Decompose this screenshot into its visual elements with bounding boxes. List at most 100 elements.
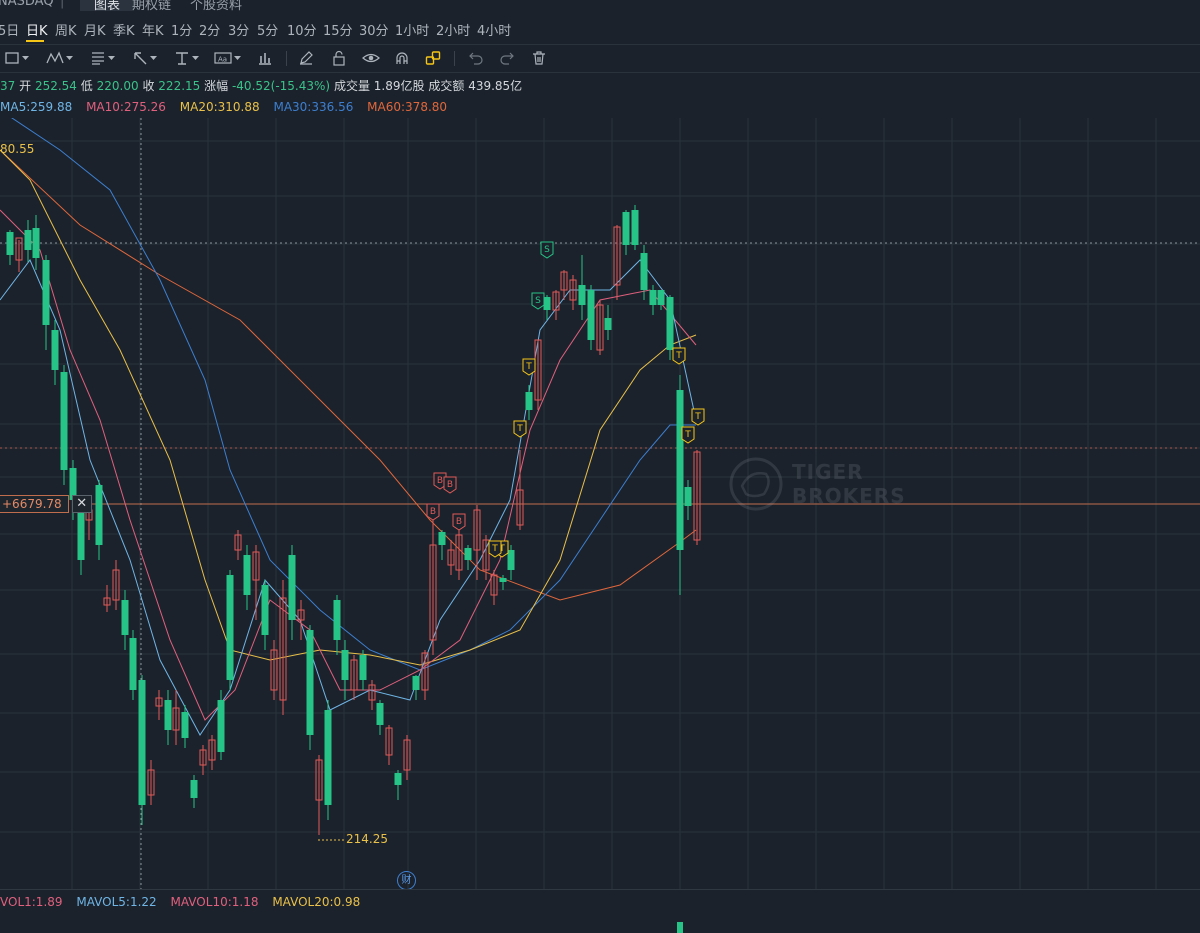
candle-up (147, 760, 155, 805)
pattern-tool-icon (46, 51, 64, 64)
eye-button[interactable] (362, 47, 380, 69)
indicator-button[interactable] (257, 47, 273, 69)
candle-up (429, 520, 437, 655)
candle-body (604, 318, 612, 330)
ma30-value: MA30:336.56 (273, 100, 354, 114)
arrow-tool-button[interactable] (132, 47, 157, 69)
candle-down (129, 630, 137, 700)
candle-down (261, 580, 269, 650)
ma20-line (0, 149, 697, 666)
candle-down (24, 220, 32, 262)
period-15min[interactable]: 15分 (323, 20, 353, 39)
period-1min[interactable]: 1分 (171, 20, 192, 39)
period-30min[interactable]: 30分 (359, 20, 389, 39)
tab-stock-profile[interactable]: 个股资料 (190, 0, 242, 11)
candle-body (657, 290, 665, 305)
candle-body (649, 290, 657, 305)
period-2hour[interactable]: 2小时 (436, 20, 470, 39)
fibonacci-tool-button[interactable] (90, 47, 115, 69)
volume-bar (677, 922, 683, 933)
candle-up (490, 570, 498, 605)
pattern-tool-button[interactable] (46, 47, 73, 69)
period-daily[interactable]: 日K (26, 20, 48, 39)
candle-body (32, 228, 40, 258)
text-tool-button[interactable] (174, 47, 199, 69)
volume-pane-divider (0, 889, 1200, 890)
delete-button[interactable] (531, 47, 547, 69)
candle-up (103, 585, 111, 612)
toolbar-divider-bottom (0, 72, 1200, 73)
period-quarterly[interactable]: 季K (113, 20, 135, 39)
period-weekly[interactable]: 周K (55, 20, 77, 39)
trade-mark-label: T (684, 430, 691, 440)
candle-body (138, 680, 146, 805)
arrow-tool-icon (134, 52, 147, 65)
pencil-button[interactable] (298, 47, 314, 69)
undo-button[interactable] (468, 47, 484, 69)
period-2min[interactable]: 2分 (199, 20, 220, 39)
candle-body (60, 372, 68, 470)
candle-down (217, 690, 225, 760)
candle-down (622, 210, 630, 255)
candle-down (649, 285, 657, 315)
period-yearly[interactable]: 年K (142, 20, 164, 39)
candle-down (438, 530, 446, 560)
tab-chart[interactable]: 图表 (80, 0, 135, 11)
candle-body (261, 585, 269, 635)
period-3min[interactable]: 3分 (228, 20, 249, 39)
lock-button[interactable] (331, 47, 347, 69)
period-1hour[interactable]: 1小时 (395, 20, 429, 39)
candle-down (42, 255, 50, 350)
trade-mark-label: T (516, 424, 523, 434)
candle-body (578, 285, 586, 305)
quote-low-label: 低 (80, 79, 93, 93)
label-tool-icon: Aa (214, 52, 232, 64)
quote-change: -40.52(-15.43%) (231, 79, 331, 93)
candle-down (121, 590, 129, 650)
period-10min[interactable]: 10分 (287, 20, 317, 39)
rectangle-tool-button[interactable] (4, 47, 29, 69)
candlestick-chart[interactable]: B BBBSSTTTTTTT (0, 118, 1200, 890)
period-5min[interactable]: 5分 (257, 20, 278, 39)
pencil-icon (300, 51, 313, 65)
ma10-value: MA10:275.26 (86, 100, 166, 114)
candle-body (51, 330, 59, 370)
tiger-logo-icon (729, 457, 783, 511)
candle-body (666, 297, 674, 350)
candle-body (6, 232, 14, 255)
candle-down (631, 205, 639, 250)
price-line-label: +6679.78 (0, 495, 69, 513)
candle-body (359, 655, 367, 680)
candle-body (24, 230, 32, 250)
candle-down (32, 215, 40, 270)
candle-body (394, 773, 402, 785)
mavol20-value: MAVOL20:0.98 (272, 895, 361, 909)
candle-body (640, 253, 648, 290)
candle-up (403, 735, 411, 780)
period-4hour[interactable]: 4小时 (477, 20, 511, 39)
candle-down (359, 650, 367, 690)
close-icon[interactable]: ✕ (71, 495, 92, 513)
financial-badge-icon[interactable]: 财 (397, 871, 416, 890)
candle-body (95, 485, 103, 545)
candle-up (447, 540, 455, 575)
price-line-tag[interactable]: +6679.78 ✕ (0, 495, 92, 513)
period-monthly[interactable]: 月K (84, 20, 106, 39)
trade-mark: T (513, 420, 527, 438)
trade-mark: T (488, 540, 502, 558)
tab-option-chain[interactable]: 期权链 (132, 0, 171, 11)
period-5d[interactable]: 5日 (0, 20, 19, 39)
candle-up (172, 690, 180, 745)
label-tool-button[interactable]: Aa (214, 47, 241, 69)
redo-button[interactable] (499, 47, 515, 69)
trade-mark: T (691, 408, 705, 426)
link-button[interactable] (425, 47, 441, 69)
quote-amount: 439.85亿 (468, 79, 523, 93)
candle-body (438, 532, 446, 545)
candle-body (190, 780, 198, 798)
high-marker-label: 80.55 (0, 142, 35, 156)
watermark-line2: BROKERS (792, 484, 906, 508)
candle-body (525, 392, 533, 410)
magnet-button[interactable] (394, 47, 410, 69)
link-icon (425, 51, 441, 65)
